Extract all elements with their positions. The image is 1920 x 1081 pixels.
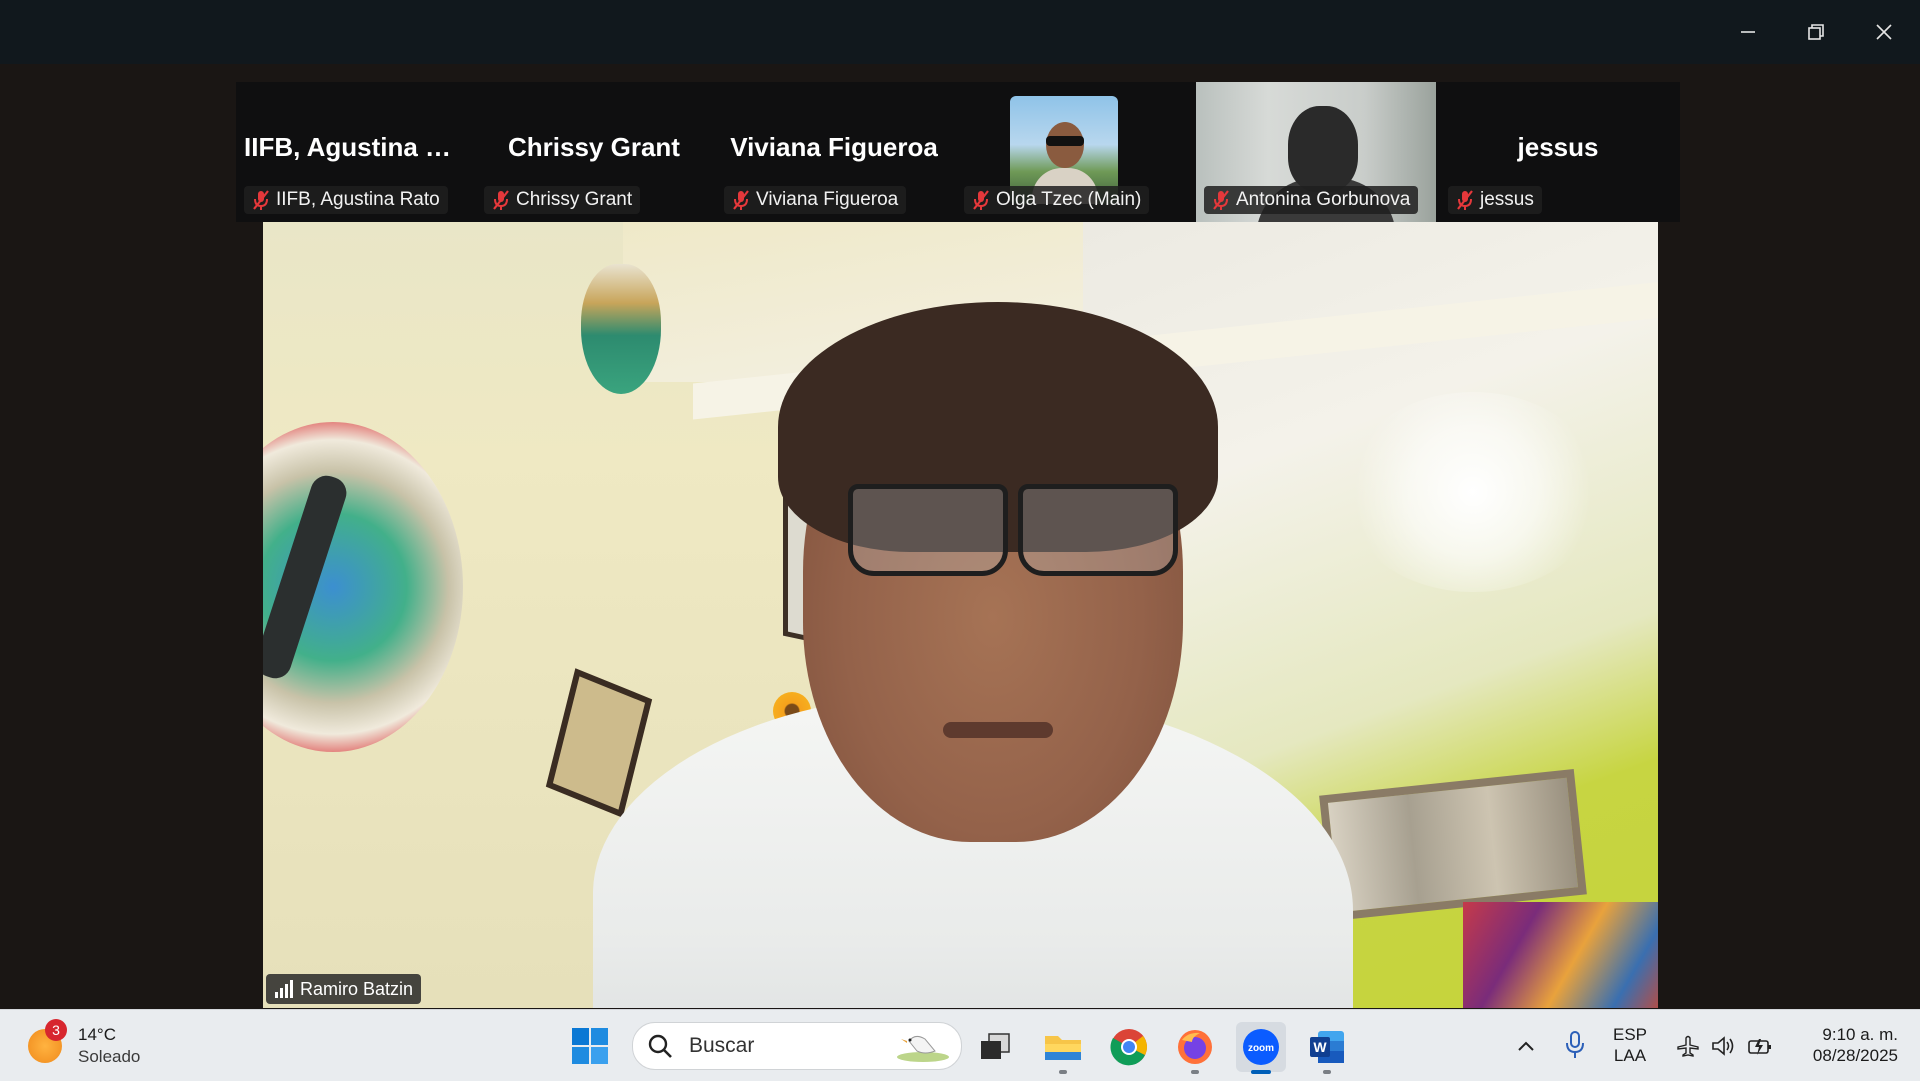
restore-icon	[1808, 24, 1824, 40]
task-view-icon	[981, 1033, 1010, 1059]
running-indicator	[1323, 1070, 1331, 1074]
participant-name-large: Chrissy Grant	[508, 132, 680, 162]
minimize-icon	[1741, 31, 1755, 33]
participant-name-tag: Chrissy Grant	[484, 186, 641, 214]
language-indicator[interactable]: ESP LAA	[1602, 1024, 1658, 1066]
word-button[interactable]: W	[1302, 1022, 1352, 1074]
participant-tag-label: IIFB, Agustina Rato	[276, 189, 440, 210]
word-icon: W	[1310, 1031, 1344, 1063]
minimize-button[interactable]	[1714, 0, 1782, 64]
active-speaker-video[interactable]	[263, 222, 1658, 1008]
language-code: ESP	[1612, 1025, 1648, 1044]
search-input[interactable]	[687, 1033, 881, 1059]
participant-name-tag: Antonina Gorbunova	[1204, 186, 1419, 214]
participant-name-tag: IIFB, Agustina Rato	[244, 186, 448, 214]
airplane-mode-button[interactable]	[1674, 1032, 1702, 1060]
participant-tile[interactable]: Antonina Gorbunova	[1196, 82, 1440, 222]
title-bar	[0, 0, 1920, 64]
system-clock[interactable]: 9:10 a. m. 08/28/2025	[1778, 1024, 1898, 1066]
participant-tag-label: jessus	[1480, 189, 1534, 210]
word-label: W	[1313, 1039, 1327, 1055]
participant-name-large: Viviana Figueroa	[730, 132, 938, 162]
chevron-up-icon	[1518, 1041, 1534, 1051]
zoom-icon: zoom	[1243, 1029, 1279, 1065]
close-icon	[1876, 24, 1892, 40]
close-button[interactable]	[1850, 0, 1918, 64]
taskbar-search[interactable]	[632, 1022, 962, 1070]
running-indicator	[1059, 1070, 1067, 1074]
mic-muted-icon	[253, 190, 269, 210]
speaker-icon	[1712, 1036, 1734, 1056]
speaker-name: Ramiro Batzin	[300, 978, 414, 999]
mic-muted-icon	[733, 190, 749, 210]
volume-button[interactable]	[1710, 1032, 1738, 1060]
show-hidden-icons-button[interactable]	[1512, 1032, 1540, 1060]
participant-tag-label: Olga Tzec (Main)	[996, 189, 1142, 210]
participant-tile[interactable]: Olga Tzec (Main)	[956, 82, 1192, 222]
folder-icon	[1045, 1036, 1081, 1060]
running-indicator	[1191, 1070, 1199, 1074]
restore-button[interactable]	[1782, 0, 1850, 64]
participant-name-tag: Olga Tzec (Main)	[964, 186, 1150, 214]
zoom-button[interactable]: zoom	[1236, 1022, 1286, 1074]
participant-name-tag: jessus	[1448, 186, 1542, 214]
participant-tag-label: Antonina Gorbunova	[1236, 189, 1411, 210]
participant-tile[interactable]: IIFB, Agustina R... IIFB, Agustina Rato	[236, 82, 472, 222]
signal-bars-icon	[275, 980, 293, 998]
microphone-tray-button[interactable]	[1560, 1028, 1590, 1062]
notification-badge: 3	[45, 1019, 67, 1041]
battery-button[interactable]	[1746, 1032, 1774, 1060]
windows-logo-icon	[572, 1028, 608, 1064]
weather-sun-icon: 3	[28, 1019, 67, 1063]
keyboard-layout: LAA	[1613, 1046, 1647, 1065]
mic-muted-icon	[973, 190, 989, 210]
speaker-name-tag: Ramiro Batzin	[266, 974, 422, 1004]
mic-muted-icon	[1213, 190, 1229, 210]
clock-time: 9:10 a. m.	[1822, 1025, 1898, 1044]
search-highlight-icon	[897, 1035, 949, 1062]
participant-name-tag: Viviana Figueroa	[724, 186, 907, 214]
airplane-icon	[1677, 1035, 1699, 1057]
search-icon	[648, 1034, 672, 1058]
participant-tile[interactable]: Chrissy Grant Chrissy Grant	[476, 82, 712, 222]
running-indicator	[1251, 1070, 1271, 1074]
chrome-button[interactable]	[1104, 1022, 1154, 1072]
microphone-icon	[1566, 1031, 1584, 1058]
mic-muted-icon	[1457, 190, 1473, 210]
mic-muted-icon	[493, 190, 509, 210]
zoom-label: zoom	[1248, 1043, 1274, 1054]
chrome-icon	[1110, 1029, 1147, 1066]
firefox-button[interactable]	[1170, 1022, 1220, 1074]
weather-widget[interactable]: 3 14°C Soleado	[28, 1019, 141, 1070]
clock-date: 08/28/2025	[1812, 1046, 1898, 1065]
participant-tile[interactable]: Viviana Figueroa Viviana Figueroa	[716, 82, 952, 222]
battery-charging-icon	[1748, 1039, 1771, 1055]
firefox-icon	[1178, 1030, 1212, 1064]
weather-temp: 14°C	[78, 1025, 116, 1044]
start-button[interactable]	[570, 1026, 610, 1066]
participant-tag-label: Chrissy Grant	[516, 189, 633, 210]
weather-condition: Soleado	[78, 1047, 141, 1066]
task-view-button[interactable]	[970, 1022, 1020, 1072]
taskbar: 3 14°C Soleado Buscar zoom W ESP LAA 9:1…	[0, 1009, 1920, 1081]
file-explorer-button[interactable]	[1038, 1022, 1088, 1074]
participant-tile[interactable]: jessus jessus	[1440, 82, 1676, 222]
participant-tag-label: Viviana Figueroa	[756, 189, 899, 210]
participant-name-large: IIFB, Agustina R...	[244, 132, 466, 162]
participant-name-large: jessus	[1517, 132, 1599, 162]
